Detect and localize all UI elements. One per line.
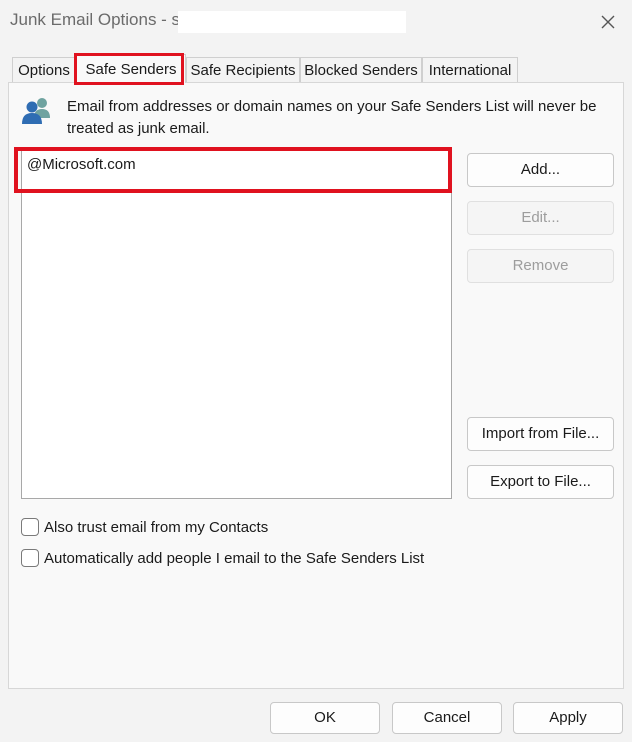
tab-label: International [428, 62, 512, 79]
trust-contacts-option[interactable]: Also trust email from my Contacts [21, 516, 268, 538]
auto-add-option[interactable]: Automatically add people I email to the … [21, 547, 424, 569]
cancel-button[interactable]: Cancel [392, 702, 502, 734]
tab-options[interactable]: Options [12, 57, 76, 82]
annotation-highlight-tab [74, 53, 184, 85]
tab-international[interactable]: International [422, 57, 518, 82]
checkbox-label: Automatically add people I email to the … [44, 549, 425, 567]
background-window-edge [632, 0, 636, 742]
title-bar: Junk Email Options - s [0, 0, 632, 44]
add-button[interactable]: Add... [467, 153, 614, 187]
redacted-account-name [178, 11, 406, 33]
trust-contacts-checkbox[interactable] [21, 518, 39, 536]
close-button[interactable] [594, 8, 622, 36]
export-to-file-button[interactable]: Export to File... [467, 465, 614, 499]
tab-safe-recipients[interactable]: Safe Recipients [186, 57, 300, 82]
description-text: Email from addresses or domain names on … [67, 98, 597, 137]
safe-senders-list[interactable]: @Microsoft.com [21, 150, 452, 499]
annotation-highlight-list-item [14, 147, 452, 193]
tab-label: Blocked Senders [304, 62, 418, 79]
tab-label: Safe Recipients [190, 62, 296, 79]
auto-add-checkbox[interactable] [21, 549, 39, 567]
apply-button[interactable]: Apply [513, 702, 623, 734]
junk-email-options-dialog: Junk Email Options - s Options Safe Send… [0, 0, 633, 742]
checkbox-label: Also trust email from my Contacts [44, 518, 269, 536]
ok-button[interactable]: OK [270, 702, 380, 734]
remove-button[interactable]: Remove [467, 249, 614, 283]
close-icon [601, 15, 615, 29]
tab-label: Options [18, 62, 70, 79]
edit-button[interactable]: Edit... [467, 201, 614, 235]
import-from-file-button[interactable]: Import from File... [467, 417, 614, 451]
contacts-icon [22, 98, 50, 124]
window-title: Junk Email Options - s [10, 10, 181, 29]
tab-blocked-senders[interactable]: Blocked Senders [300, 57, 422, 82]
